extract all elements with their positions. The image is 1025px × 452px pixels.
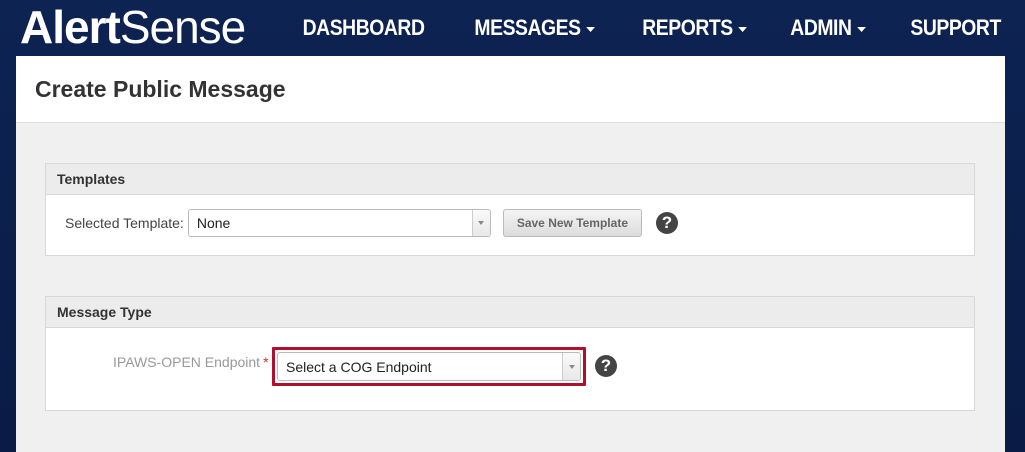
help-icon[interactable]: ? bbox=[595, 355, 617, 377]
page-title: Create Public Message bbox=[35, 75, 286, 102]
nav-reports-label: REPORTS bbox=[641, 15, 733, 40]
nav-messages-label: MESSAGES bbox=[474, 15, 581, 40]
main-content: Create Public Message Templates Selected… bbox=[16, 56, 1005, 452]
main-nav: DASHBOARD MESSAGES REPORTS ADMIN SUPPORT bbox=[253, 0, 1001, 56]
nav-dashboard[interactable]: DASHBOARD bbox=[303, 15, 425, 41]
ipaws-endpoint-label: IPAWS-OPEN Endpoint * bbox=[113, 354, 269, 370]
endpoint-row: IPAWS-OPEN Endpoint * bbox=[113, 354, 269, 370]
nav-dashboard-label: DASHBOARD bbox=[303, 15, 425, 40]
message-type-panel: Message Type IPAWS-OPEN Endpoint * Select… bbox=[45, 296, 975, 411]
nav-support-label: SUPPORT bbox=[910, 15, 1001, 40]
save-new-template-button[interactable]: Save New Template bbox=[502, 209, 642, 237]
templates-panel-heading: Templates bbox=[46, 164, 974, 195]
required-marker: * bbox=[263, 354, 269, 370]
nav-admin[interactable]: ADMIN bbox=[789, 15, 866, 41]
dropdown-arrow-icon bbox=[562, 353, 580, 380]
cog-endpoint-select-value: Select a COG Endpoint bbox=[286, 358, 432, 375]
selected-template-label: Selected Template: bbox=[65, 215, 184, 231]
nav-support[interactable]: SUPPORT bbox=[910, 15, 1001, 41]
alertsense-logo[interactable]: Alert Sense bbox=[20, 1, 246, 53]
template-row: Selected Template: None Save New Templat… bbox=[65, 209, 678, 237]
nav-messages[interactable]: MESSAGES bbox=[474, 15, 595, 41]
template-select-value: None bbox=[196, 215, 231, 231]
cog-endpoint-select[interactable]: Select a COG Endpoint bbox=[277, 352, 581, 381]
chevron-down-icon bbox=[856, 27, 866, 32]
top-navbar: Alert Sense DASHBOARD MESSAGES REPORTS AD… bbox=[0, 0, 1025, 56]
chevron-down-icon bbox=[585, 27, 595, 32]
logo-light-text: Sense bbox=[119, 1, 246, 53]
templates-panel: Templates Selected Template: None Save N… bbox=[45, 163, 975, 256]
logo-bold-text: Alert bbox=[20, 1, 121, 53]
page-header: Create Public Message bbox=[16, 56, 1005, 123]
dropdown-arrow-icon bbox=[471, 210, 490, 236]
nav-admin-label: ADMIN bbox=[789, 15, 852, 40]
chevron-down-icon bbox=[737, 27, 747, 32]
message-type-panel-heading: Message Type bbox=[46, 297, 974, 328]
ipaws-endpoint-label-text: IPAWS-OPEN Endpoint bbox=[113, 354, 261, 370]
nav-reports[interactable]: REPORTS bbox=[642, 15, 747, 41]
help-icon[interactable]: ? bbox=[656, 212, 678, 234]
template-select[interactable]: None bbox=[187, 209, 491, 237]
